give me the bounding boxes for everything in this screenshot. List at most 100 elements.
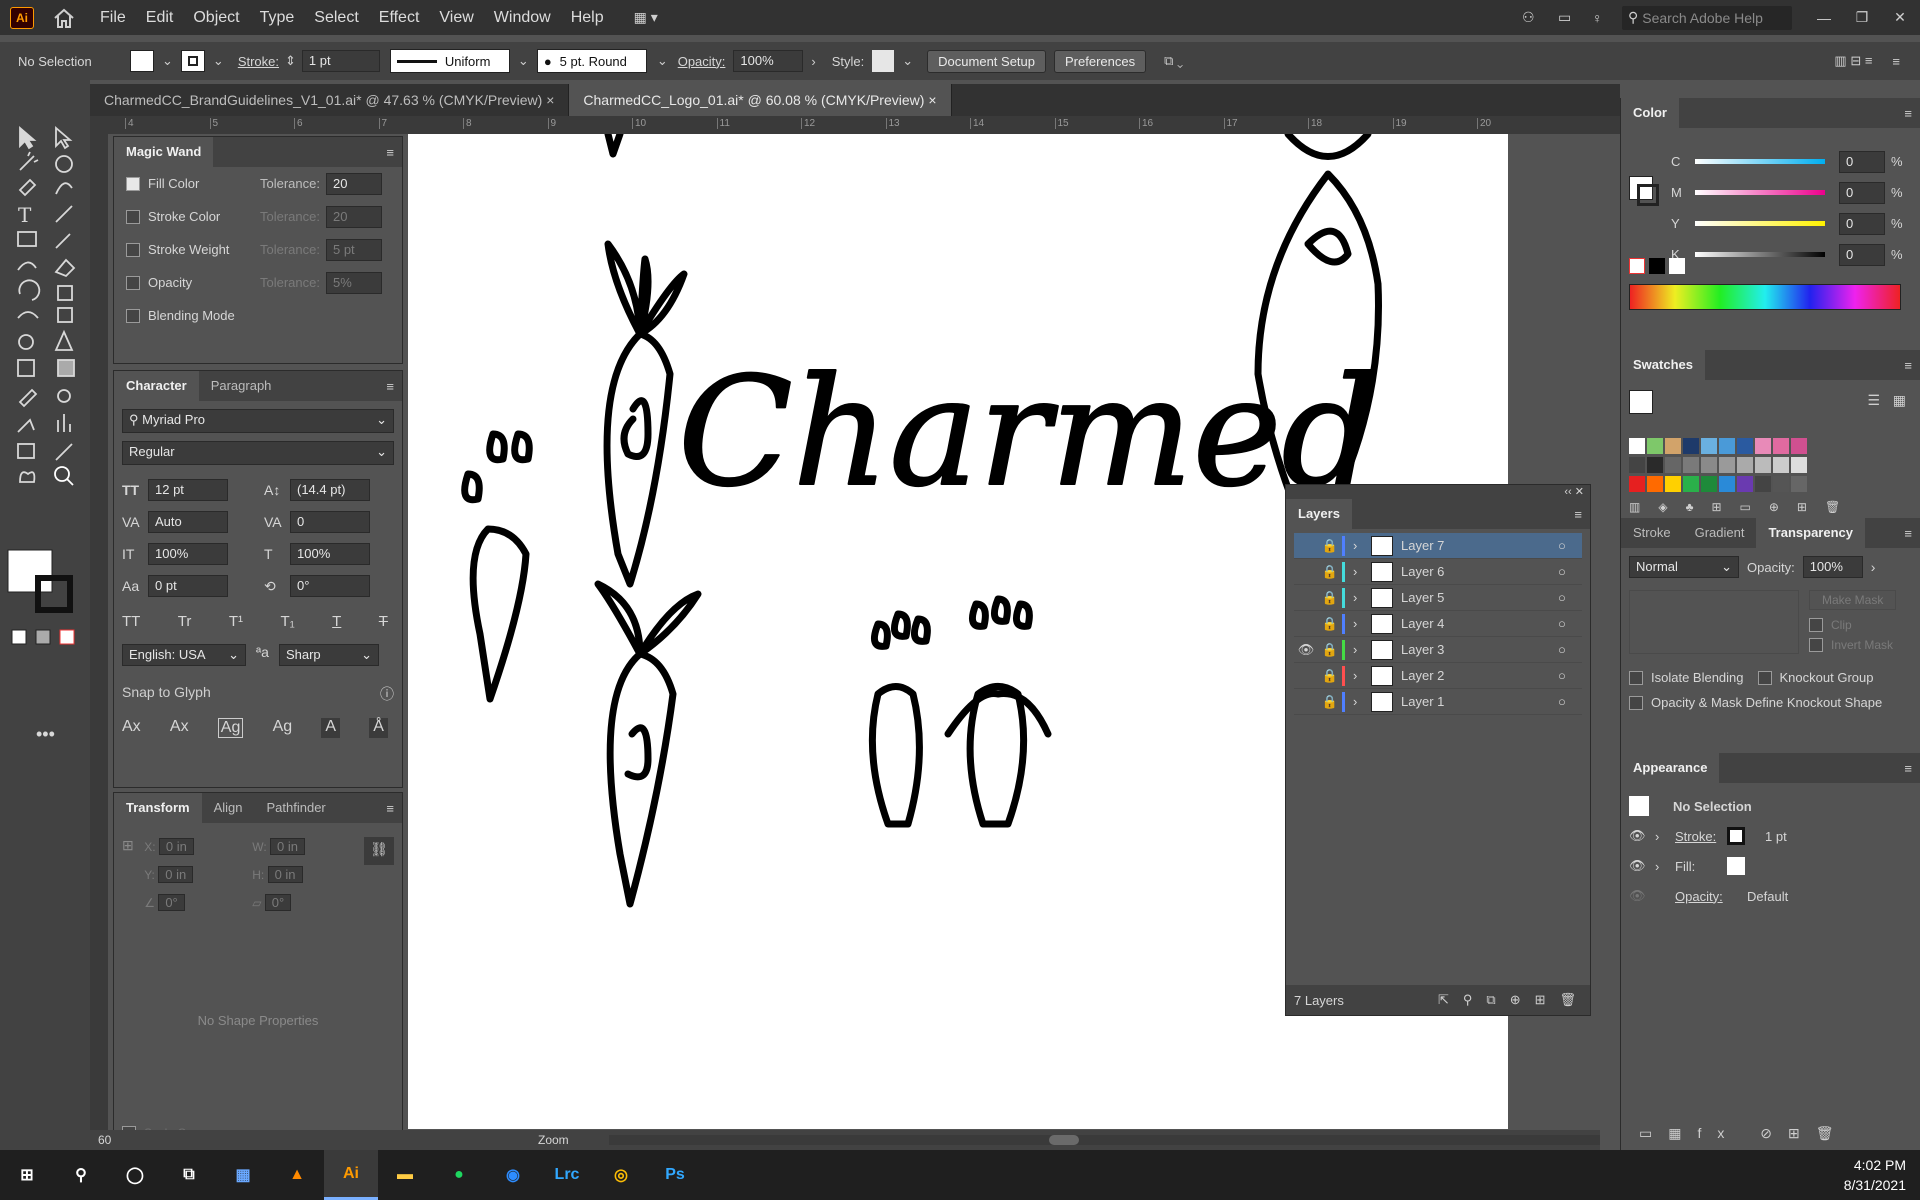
tab-color[interactable]: Color (1621, 98, 1679, 128)
visibility-eye-icon[interactable]: 👁 (1294, 642, 1318, 658)
tab-layers[interactable]: Layers (1286, 499, 1352, 529)
opacity-field[interactable]: 100% (733, 50, 804, 72)
horizontal-scale-field[interactable]: 100% (290, 543, 370, 565)
lock-icon[interactable]: 🔒 (1318, 694, 1342, 710)
clock[interactable]: 4:02 PM 8/31/2021 (1844, 1155, 1920, 1195)
baseline-shift-field[interactable]: 0 pt (148, 575, 228, 597)
tab-transparency[interactable]: Transparency (1756, 518, 1865, 548)
tab-paragraph[interactable]: Paragraph (199, 371, 284, 401)
preferences-button[interactable]: Preferences (1054, 49, 1147, 73)
panel-collapse-icon[interactable]: ‹‹ ✕ (1286, 485, 1590, 499)
stroke-profile[interactable]: Uniform (389, 49, 510, 73)
define-knockout-checkbox[interactable] (1629, 695, 1643, 710)
tab-character[interactable]: Character (114, 371, 199, 401)
color-swatch[interactable] (1665, 457, 1681, 473)
file-explorer-icon[interactable]: ▬ (378, 1150, 432, 1200)
leading-field[interactable]: (14.4 pt) (290, 479, 370, 501)
fill-color-checkbox[interactable] (126, 176, 140, 191)
lock-icon[interactable]: 🔒 (1318, 590, 1342, 606)
chevron-down-icon[interactable]: ⌄ (518, 53, 529, 69)
close-icon[interactable]: × (928, 92, 936, 108)
color-swatch[interactable] (1737, 438, 1753, 454)
color-swatch[interactable] (1773, 476, 1789, 492)
info-icon[interactable]: ⓘ (380, 684, 394, 704)
panel-menu-icon[interactable]: ≡ (1904, 526, 1912, 541)
grid-view-icon[interactable]: ▦ (1893, 392, 1906, 409)
tab-align[interactable]: Align (202, 793, 255, 823)
restore-icon[interactable]: ❐ (1844, 9, 1880, 26)
chrome-icon[interactable]: ◎ (594, 1150, 648, 1200)
color-swatch[interactable] (1683, 438, 1699, 454)
panel-menu-icon[interactable]: ≡ (1904, 358, 1912, 373)
cmyk-value-field[interactable]: 0 (1839, 243, 1885, 266)
cmyk-slider-row[interactable]: K 0% (1671, 239, 1920, 270)
lock-icon[interactable]: 🔒 (1318, 668, 1342, 684)
chevron-right-icon[interactable]: › (1353, 538, 1371, 553)
language-dropdown[interactable]: English: USA ⌄ (122, 644, 246, 666)
close-icon[interactable]: ✕ (1880, 9, 1920, 26)
chevron-right-icon[interactable]: › (1353, 564, 1371, 579)
color-swatch[interactable] (1791, 457, 1807, 473)
layer-name[interactable]: Layer 3 (1401, 642, 1558, 657)
reference-point-icon[interactable]: ⊞ (122, 837, 144, 913)
color-swatch[interactable] (1719, 476, 1735, 492)
calculator-icon[interactable]: ▦ (216, 1150, 270, 1200)
chevron-right-icon[interactable]: › (1353, 616, 1371, 631)
stroke-color-checkbox[interactable] (126, 209, 140, 224)
color-swatch[interactable] (1701, 457, 1717, 473)
panel-menu-icon[interactable]: ≡ (386, 145, 394, 160)
chevron-right-icon[interactable]: › (1871, 559, 1876, 575)
arrange-documents-icon[interactable]: ▭ (1558, 9, 1592, 26)
tab-pathfinder[interactable]: Pathfinder (255, 793, 338, 823)
color-slider[interactable] (1695, 221, 1825, 226)
tracking-field[interactable]: 0 (290, 511, 370, 533)
kerning-field[interactable]: Auto (148, 511, 228, 533)
layer-name[interactable]: Layer 6 (1401, 564, 1558, 579)
color-swatch[interactable] (1683, 476, 1699, 492)
color-swatch[interactable] (1719, 438, 1735, 454)
isolate-blending-checkbox[interactable] (1629, 670, 1643, 685)
stroke-stepper-icon[interactable]: ⇕ (285, 53, 296, 69)
cmyk-value-field[interactable]: 0 (1839, 181, 1885, 204)
spotify-icon[interactable]: ● (432, 1150, 486, 1200)
color-swatch[interactable] (1719, 457, 1735, 473)
layer-name[interactable]: Layer 1 (1401, 694, 1558, 709)
cortana-icon[interactable]: ◯ (108, 1150, 162, 1200)
tab-transform[interactable]: Transform (114, 793, 202, 823)
windows-start-icon[interactable]: ⊞ (0, 1150, 54, 1200)
opacity-label[interactable]: Opacity: (678, 54, 726, 69)
color-slider[interactable] (1695, 159, 1825, 164)
stroke-weight-field[interactable]: 1 pt (301, 50, 380, 72)
chevron-down-icon[interactable]: ⌄ (162, 53, 173, 69)
layer-name[interactable]: Layer 4 (1401, 616, 1558, 631)
search-icon[interactable]: ⚲ (54, 1150, 108, 1200)
brush-definition[interactable]: ● 5 pt. Round (536, 49, 647, 73)
blending-mode-checkbox[interactable] (126, 308, 140, 323)
list-view-icon[interactable]: ☰ (1867, 392, 1880, 409)
color-quick-picks[interactable] (1629, 258, 1687, 274)
color-swatch[interactable] (1629, 457, 1645, 473)
menu-type[interactable]: Type (250, 0, 305, 35)
horizontal-scrollbar[interactable] (608, 1135, 1600, 1145)
menu-effect[interactable]: Effect (369, 0, 430, 35)
task-view-icon[interactable]: ⧉ (162, 1150, 216, 1200)
target-icon[interactable]: ○ (1558, 694, 1582, 709)
align-icon[interactable]: ▥ ⊟ ≡ (1834, 53, 1872, 69)
color-swatch[interactable] (1755, 476, 1771, 492)
color-swatch[interactable] (1647, 457, 1663, 473)
color-swatch[interactable] (1647, 438, 1663, 454)
stroke-weight-checkbox[interactable] (126, 242, 140, 257)
opacity-checkbox[interactable] (126, 275, 140, 290)
chevron-down-icon[interactable]: ⌄ (213, 53, 224, 69)
stroke-swatch[interactable] (180, 50, 205, 72)
panel-menu-icon[interactable]: ≡ (386, 801, 394, 816)
cmyk-value-field[interactable]: 0 (1839, 150, 1885, 173)
panel-menu-icon[interactable]: ≡ (1904, 106, 1912, 121)
chevron-right-icon[interactable]: › (1353, 642, 1371, 657)
color-swatch[interactable] (1701, 476, 1717, 492)
lock-icon[interactable]: 🔒 (1318, 616, 1342, 632)
layer-row[interactable]: 🔒 › Layer 7 ○ (1294, 533, 1582, 559)
lightroom-classic-icon[interactable]: Lrc (540, 1150, 594, 1200)
color-slider[interactable] (1695, 190, 1825, 195)
menu-file[interactable]: File (90, 0, 136, 35)
